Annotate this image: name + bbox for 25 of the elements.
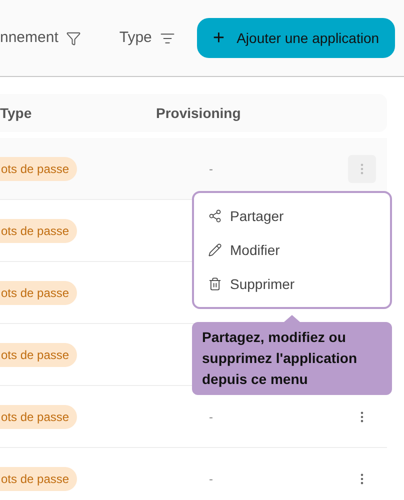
sort-icon xyxy=(160,30,175,46)
share-icon xyxy=(208,209,222,223)
table-cell-text: - xyxy=(209,160,213,178)
menu-item[interactable]: Partager xyxy=(208,206,390,226)
filter-button[interactable]: nnement xyxy=(0,26,82,50)
filter-icon xyxy=(66,30,82,46)
type-badge: ots de passe xyxy=(0,404,78,428)
menu-item[interactable]: Supprimer xyxy=(208,274,390,294)
type-badge: ots de passe xyxy=(0,218,78,242)
tooltip-text: Partagez, modifiez ou supprimez l'application depuis ce menu xyxy=(202,328,358,389)
trash-icon xyxy=(208,277,222,291)
pencil-icon xyxy=(208,243,222,257)
plus-icon: + xyxy=(212,28,225,48)
type-badge: ots de passe xyxy=(0,342,78,366)
more-button[interactable] xyxy=(348,154,376,182)
filter-button[interactable]: Type xyxy=(119,26,175,50)
table-cell-text: - xyxy=(209,408,213,426)
type-badge: ots de passe xyxy=(0,156,78,180)
type-badge: ots de passe xyxy=(0,466,78,490)
column-header: Provisioning xyxy=(156,104,241,123)
column-header: Type xyxy=(0,104,33,123)
table-cell-text: - xyxy=(209,470,213,488)
add-application-button[interactable]: + Ajouter une application xyxy=(196,18,396,58)
type-badge: ots de passe xyxy=(0,280,78,304)
menu-item[interactable]: Modifier xyxy=(208,240,390,260)
